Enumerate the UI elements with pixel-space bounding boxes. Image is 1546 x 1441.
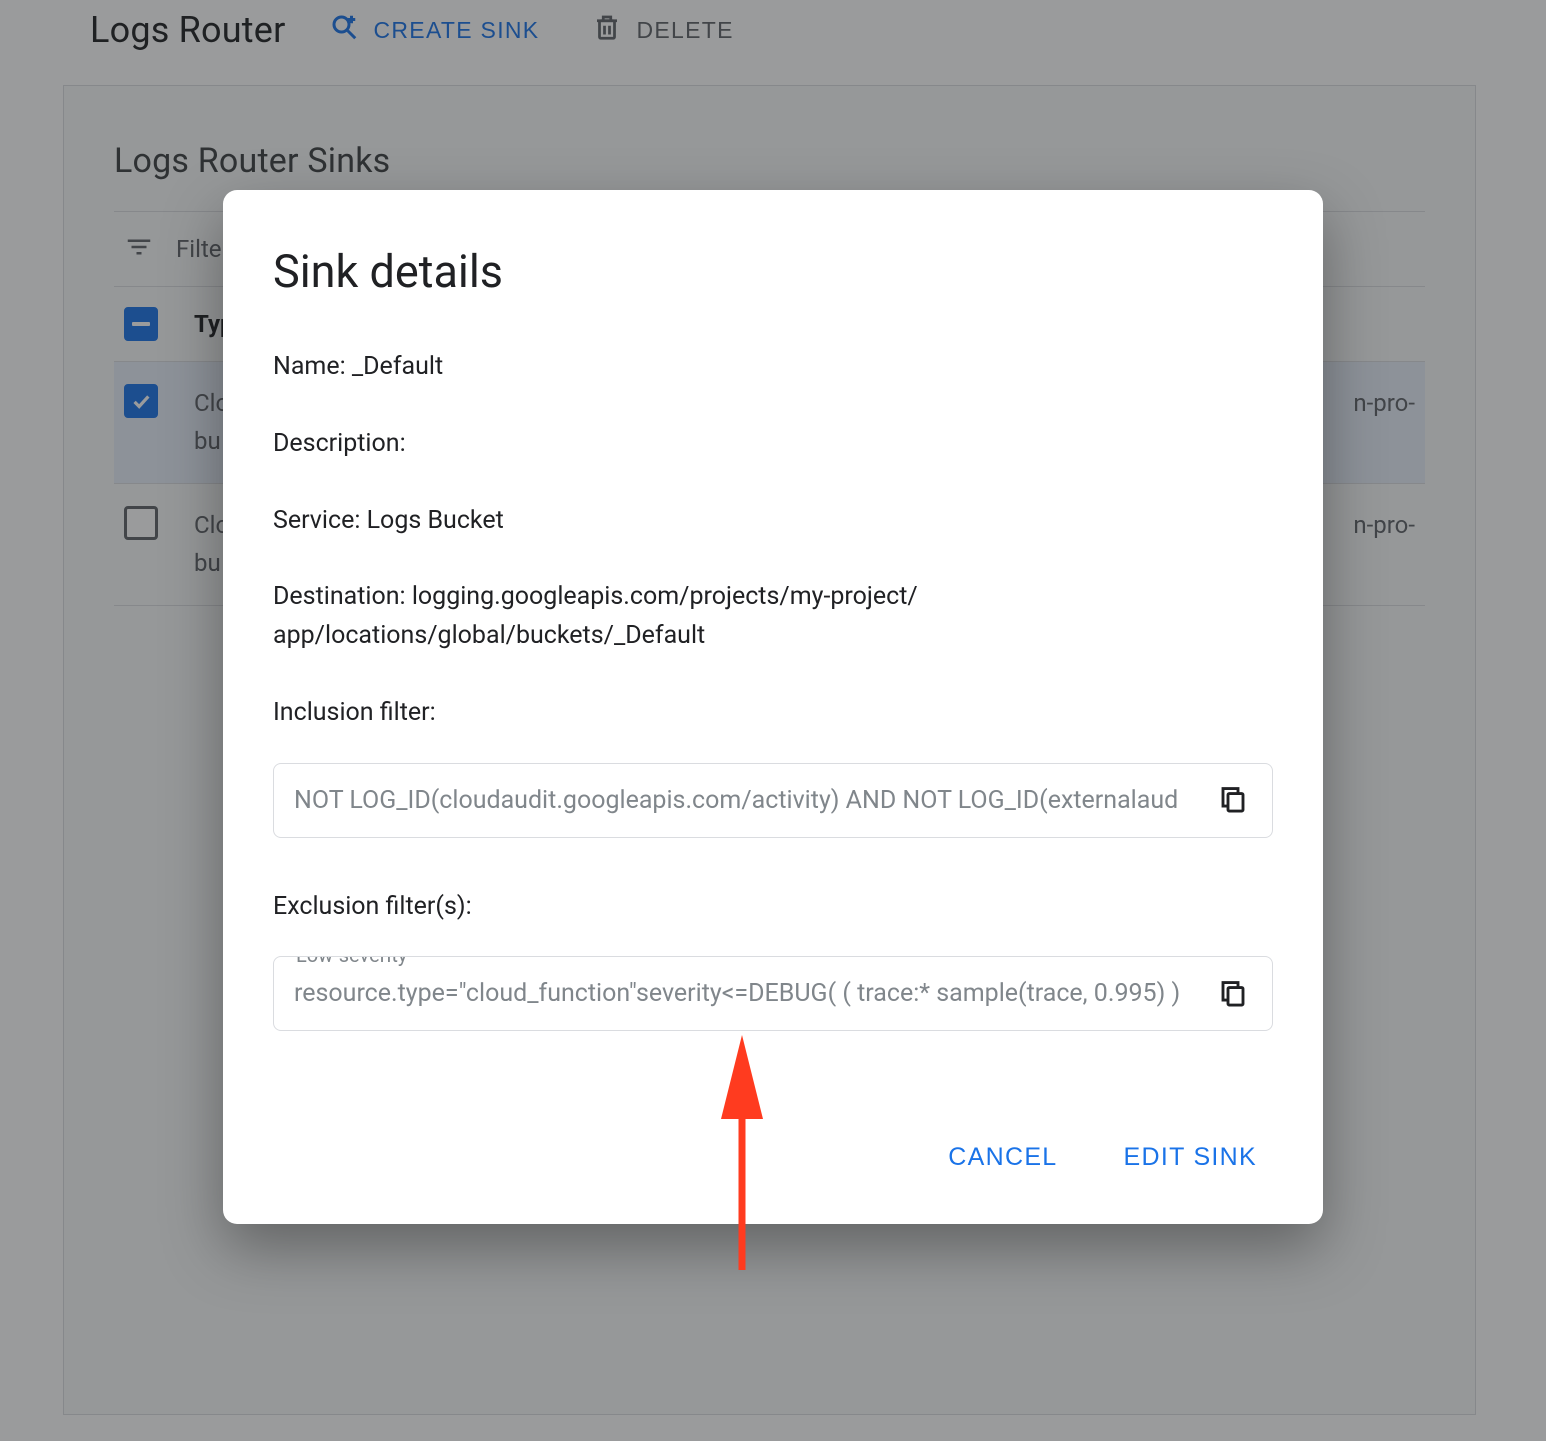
copy-inclusion-button[interactable] [1212,778,1254,823]
modal-scrim[interactable]: Sink details Name: _Default Description:… [0,0,1546,1441]
inclusion-filter-value: NOT LOG_ID(cloudaudit.googleapis.com/act… [294,786,1178,815]
field-destination: Destination: logging.googleapis.com/proj… [273,578,1273,656]
inclusion-filter-label: Inclusion filter: [273,694,1273,733]
exclusion-filter-box: Low-severity resource.type="cloud_functi… [273,956,1273,1031]
copy-icon [1218,802,1248,817]
edit-sink-button[interactable]: EDIT SINK [1116,1131,1266,1184]
copy-exclusion-button[interactable] [1212,971,1254,1016]
exclusion-filter-label: Exclusion filter(s): [273,888,1273,927]
exclusion-filter-legend: Low-severity [288,956,415,967]
inclusion-filter-box: NOT LOG_ID(cloudaudit.googleapis.com/act… [273,763,1273,838]
sink-details-dialog: Sink details Name: _Default Description:… [223,190,1323,1224]
field-service: Service: Logs Bucket [273,502,1273,541]
exclusion-filter-value: resource.type="cloud_function"severity<=… [294,979,1180,1008]
dialog-title: Sink details [273,245,1273,298]
field-name: Name: _Default [273,348,1273,387]
copy-icon [1218,995,1248,1010]
field-description: Description: [273,425,1273,464]
cancel-button[interactable]: CANCEL [940,1131,1065,1184]
